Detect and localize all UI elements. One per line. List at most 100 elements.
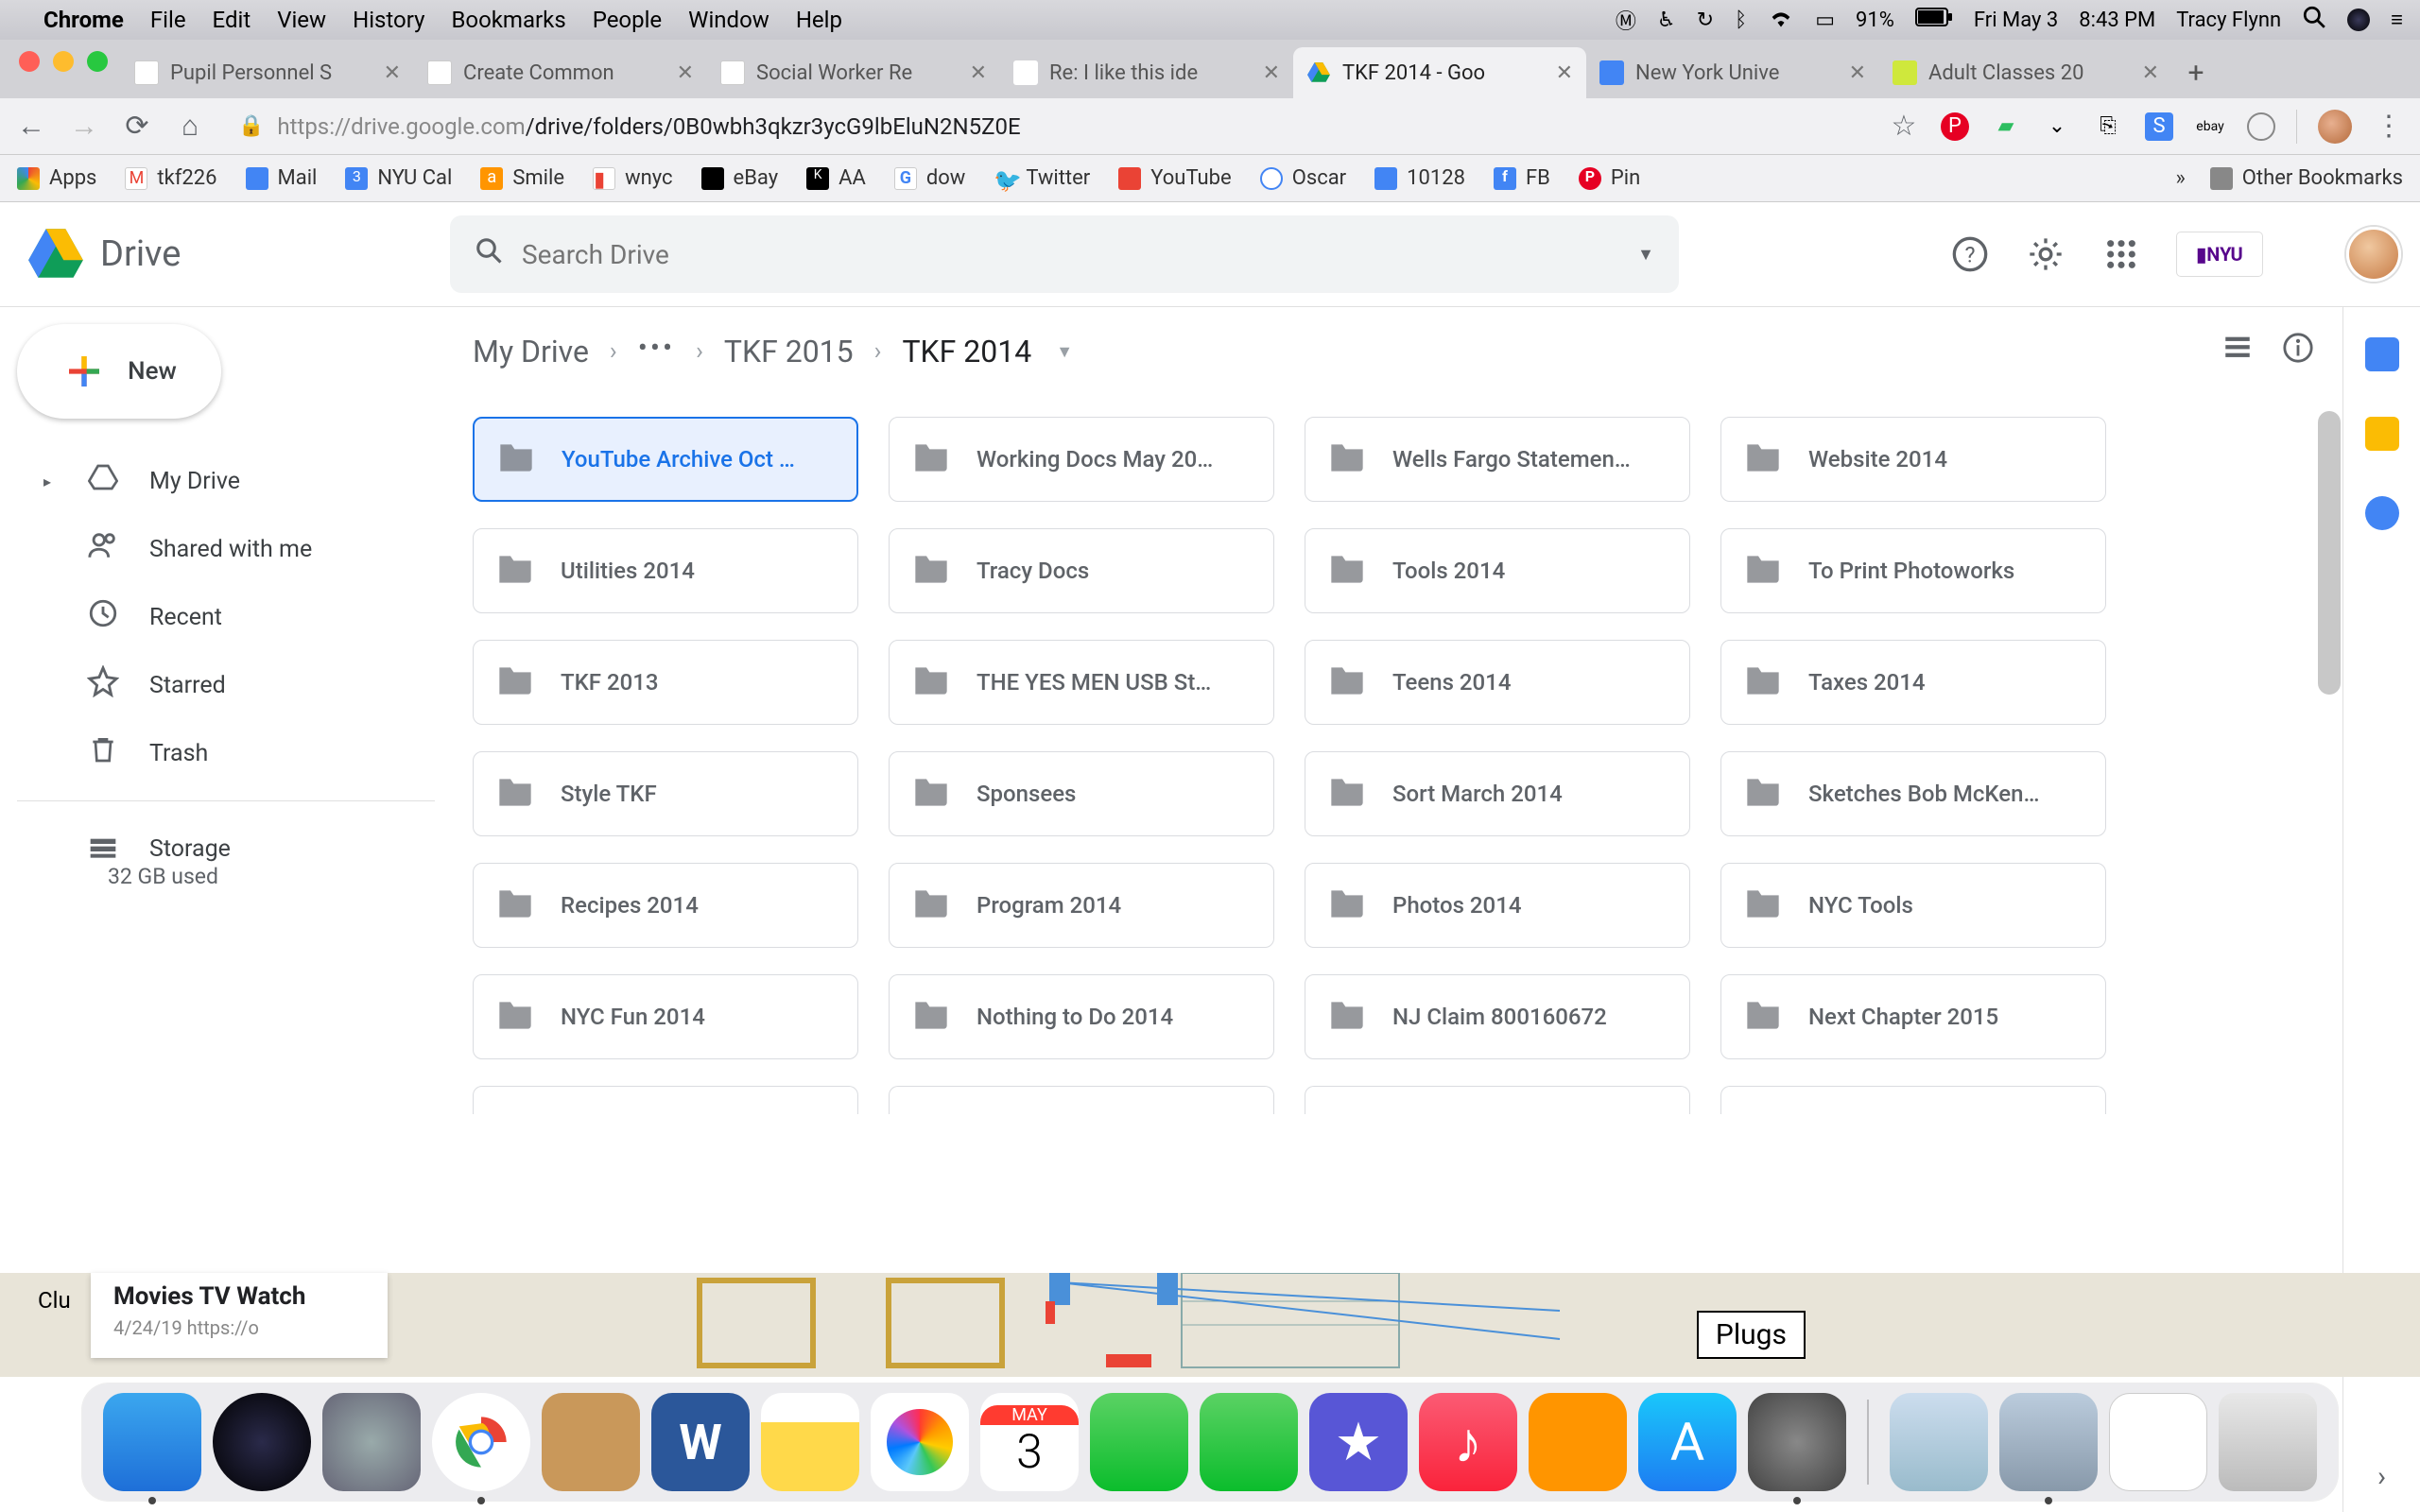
- folder-item-partial[interactable]: [473, 1086, 858, 1114]
- folder-item[interactable]: Recipes 2014: [473, 863, 858, 948]
- folder-item[interactable]: Utilities 2014: [473, 528, 858, 613]
- minimize-window-button[interactable]: [53, 51, 74, 72]
- close-icon[interactable]: ✕: [1263, 61, 1280, 85]
- bookmark-item[interactable]: 10128: [1374, 166, 1465, 190]
- instapaper-ext-icon[interactable]: ⎘: [2094, 112, 2122, 141]
- address-bar[interactable]: 🔒 https://drive.google.com/drive/folders…: [227, 113, 1867, 140]
- bookmark-item[interactable]: Mail: [246, 166, 318, 190]
- ebay-ext-icon[interactable]: ebay: [2196, 112, 2224, 141]
- bookmark-item[interactable]: Oscar: [1260, 166, 1346, 190]
- search-bar[interactable]: ▼: [450, 215, 1679, 293]
- bookmark-item[interactable]: fFB: [1494, 166, 1550, 190]
- maximize-window-button[interactable]: [87, 51, 108, 72]
- bookmarks-overflow[interactable]: »: [2175, 166, 2185, 190]
- sidebar-item-mydrive[interactable]: ▸My Drive: [17, 447, 435, 515]
- pinterest-ext-icon[interactable]: P: [1941, 112, 1969, 141]
- bookmark-apps[interactable]: Apps: [17, 166, 96, 190]
- accessibility-icon[interactable]: ♿︎: [1657, 9, 1676, 32]
- menu-bookmarks[interactable]: Bookmarks: [451, 7, 565, 33]
- tab-6[interactable]: Adult Classes 20✕: [1879, 47, 2172, 98]
- bookmark-item[interactable]: eBay: [701, 166, 779, 190]
- breadcrumb-current[interactable]: TKF 2014: [902, 334, 1031, 369]
- folder-item[interactable]: Sponsees: [889, 751, 1274, 836]
- star-bookmark-button[interactable]: ☆: [1888, 110, 1920, 143]
- close-icon[interactable]: ✕: [1556, 61, 1573, 85]
- profile-avatar[interactable]: [2318, 110, 2352, 144]
- folder-item[interactable]: YouTube Archive Oct …: [473, 417, 858, 502]
- folder-item[interactable]: Style TKF: [473, 751, 858, 836]
- list-view-icon[interactable]: [2221, 332, 2254, 372]
- breadcrumb-root[interactable]: My Drive: [473, 334, 589, 369]
- folder-item[interactable]: Program 2014: [889, 863, 1274, 948]
- back-button[interactable]: ←: [15, 110, 47, 143]
- menubar-user[interactable]: Tracy Flynn: [2176, 9, 2281, 32]
- info-icon[interactable]: [2282, 332, 2314, 372]
- breadcrumb-ellipsis[interactable]: •••: [638, 332, 675, 372]
- menu-file[interactable]: File: [150, 7, 186, 33]
- menubar-date[interactable]: Fri May 3: [1974, 9, 2058, 32]
- lock-icon[interactable]: 🔒: [238, 114, 264, 138]
- search-input[interactable]: [522, 239, 1618, 270]
- spotlight-icon[interactable]: [2302, 5, 2326, 35]
- folder-item[interactable]: Sketches Bob McKen…: [1720, 751, 2106, 836]
- tab-4[interactable]: TKF 2014 - Goo✕: [1293, 47, 1586, 98]
- close-icon[interactable]: ✕: [2142, 61, 2159, 85]
- bookmark-item[interactable]: aSmile: [480, 166, 564, 190]
- tab-5[interactable]: New York Unive✕: [1586, 47, 1879, 98]
- forward-button[interactable]: →: [68, 110, 100, 143]
- tab-1[interactable]: Create Common✕: [414, 47, 707, 98]
- breadcrumb-mid[interactable]: TKF 2015: [724, 334, 854, 369]
- close-icon[interactable]: ✕: [384, 61, 401, 85]
- bookmark-item[interactable]: 🐦Twitter: [994, 166, 1090, 190]
- tab-0[interactable]: Pupil Personnel S✕: [121, 47, 414, 98]
- menu-history[interactable]: History: [353, 7, 424, 33]
- folder-item[interactable]: Teens 2014: [1305, 640, 1690, 725]
- expand-panel-icon[interactable]: ›: [2377, 1460, 2386, 1493]
- folder-item[interactable]: Tracy Docs: [889, 528, 1274, 613]
- tasks-addon-icon[interactable]: [2365, 496, 2399, 530]
- folder-item[interactable]: Taxes 2014: [1720, 640, 2106, 725]
- other-bookmarks[interactable]: Other Bookmarks: [2210, 166, 2403, 190]
- new-button[interactable]: New: [17, 324, 221, 419]
- bookmark-item[interactable]: PPin: [1579, 166, 1640, 190]
- scrollbar[interactable]: [2318, 411, 2341, 1101]
- app-name[interactable]: Chrome: [43, 7, 124, 33]
- search-icon[interactable]: [475, 236, 503, 272]
- folder-item-partial[interactable]: [1720, 1086, 2106, 1114]
- chevron-down-icon[interactable]: ▼: [1056, 342, 1073, 362]
- folder-item-partial[interactable]: [1305, 1086, 1690, 1114]
- sidebar-item-starred[interactable]: Starred: [17, 651, 435, 719]
- timemachine-icon[interactable]: ↻: [1697, 9, 1714, 32]
- bookmark-item[interactable]: ▮wnyc: [593, 166, 672, 190]
- bookmark-item[interactable]: KAA: [806, 166, 866, 190]
- keep-addon-icon[interactable]: [2365, 417, 2399, 451]
- folder-item-partial[interactable]: [889, 1086, 1274, 1114]
- ext-icon[interactable]: [2247, 112, 2275, 141]
- bluetooth-icon[interactable]: ᛒ: [1735, 9, 1747, 32]
- menu-view[interactable]: View: [277, 7, 326, 33]
- menubar-icon[interactable]: Ⓜ: [1616, 5, 1636, 35]
- account-avatar[interactable]: [2346, 227, 2401, 282]
- chrome-menu-button[interactable]: ⋮: [2373, 110, 2405, 143]
- folder-item[interactable]: Next Chapter 2015: [1720, 974, 2106, 1059]
- background-card[interactable]: Movies TV Watch 4/24/19 https://o: [91, 1273, 388, 1358]
- search-options-icon[interactable]: ▼: [1637, 245, 1654, 265]
- folder-item[interactable]: Wells Fargo Statemen…: [1305, 417, 1690, 502]
- folder-item[interactable]: Working Docs May 20…: [889, 417, 1274, 502]
- folder-item[interactable]: TKF 2013: [473, 640, 858, 725]
- folder-item[interactable]: NJ Claim 800160672: [1305, 974, 1690, 1059]
- sidebar-item-recent[interactable]: Recent: [17, 583, 435, 651]
- tab-2[interactable]: Social Worker Re✕: [707, 47, 1000, 98]
- menu-edit[interactable]: Edit: [213, 7, 251, 33]
- folder-item[interactable]: Website 2014: [1720, 417, 2106, 502]
- close-window-button[interactable]: [19, 51, 40, 72]
- close-icon[interactable]: ✕: [677, 61, 694, 85]
- siri-menubar-icon[interactable]: [2347, 9, 2370, 31]
- bookmark-item[interactable]: 3NYU Cal: [345, 166, 452, 190]
- menu-people[interactable]: People: [593, 7, 662, 33]
- folder-item[interactable]: NYC Tools: [1720, 863, 2106, 948]
- drive-logo[interactable]: Drive: [25, 223, 431, 285]
- settings-icon[interactable]: [2025, 233, 2066, 275]
- sidebar-item-trash[interactable]: Trash: [17, 719, 435, 787]
- folder-item[interactable]: THE YES MEN USB St…: [889, 640, 1274, 725]
